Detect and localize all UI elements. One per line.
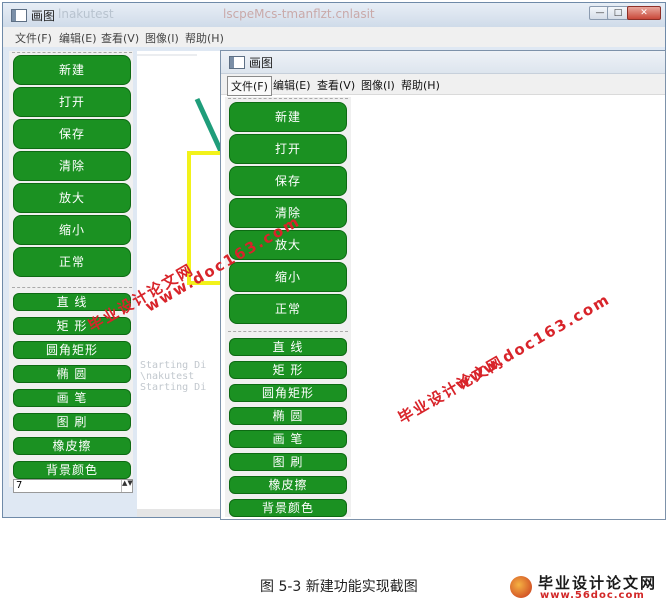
new-button[interactable]: 新建 bbox=[229, 102, 347, 132]
background-color-button[interactable]: 背景颜色 bbox=[13, 461, 131, 479]
site-logo: 毕业设计论文网 www.56doc.com bbox=[510, 572, 666, 601]
figure-caption: 图 5-3 新建功能实现截图 bbox=[260, 579, 418, 595]
pen-tool-button[interactable]: 画 笔 bbox=[229, 430, 347, 448]
normal-size-button[interactable]: 正常 bbox=[13, 247, 131, 277]
line-tool-button[interactable]: 直 线 bbox=[229, 338, 347, 356]
separator bbox=[228, 98, 348, 99]
zoom-in-button[interactable]: 放大 bbox=[13, 183, 131, 213]
menu-help[interactable]: 帮助(H) bbox=[185, 30, 224, 46]
eraser-tool-button[interactable]: 橡皮擦 bbox=[13, 437, 131, 455]
menu-image[interactable]: 图像(I) bbox=[361, 77, 395, 93]
separator bbox=[228, 331, 348, 332]
app-icon bbox=[11, 9, 27, 22]
back-tool-panel: 新建 打开 保存 清除 放大 缩小 正常 直 线 矩 形 圆角矩形 椭 圆 画 … bbox=[9, 51, 133, 487]
rounded-rect-tool-button[interactable]: 圆角矩形 bbox=[229, 384, 347, 402]
back-title-ghost-text-2: lscpeMcs-tmanflzt.cnlasit bbox=[223, 7, 375, 21]
menu-file[interactable]: 文件(F) bbox=[227, 76, 272, 96]
eraser-tool-button[interactable]: 橡皮擦 bbox=[229, 476, 347, 494]
separator bbox=[12, 52, 132, 53]
menu-view[interactable]: 查看(V) bbox=[317, 77, 355, 93]
normal-size-button[interactable]: 正常 bbox=[229, 294, 347, 324]
back-window-title: 画图 bbox=[31, 9, 56, 23]
rectangle-tool-button[interactable]: 矩 形 bbox=[229, 361, 347, 379]
pen-width-value: 7 bbox=[16, 480, 23, 491]
brush-tool-button[interactable]: 图 刷 bbox=[229, 453, 347, 471]
pen-tool-button[interactable]: 画 笔 bbox=[13, 389, 131, 407]
ellipse-tool-button[interactable]: 椭 圆 bbox=[13, 365, 131, 383]
back-title-ghost-text: lnakutest bbox=[58, 7, 114, 21]
front-drawing-canvas[interactable] bbox=[353, 95, 665, 519]
ellipse-tool-button[interactable]: 椭 圆 bbox=[229, 407, 347, 425]
front-menu-bar: 文件(F) 编辑(E) 查看(V) 图像(I) 帮助(H) bbox=[221, 74, 665, 96]
front-tool-panel: 新建 打开 保存 清除 放大 缩小 正常 直 线 矩 形 圆角矩形 椭 圆 画 … bbox=[225, 97, 351, 517]
menu-view[interactable]: 查看(V) bbox=[101, 30, 139, 46]
spin-arrows-icon[interactable]: ▲▼ bbox=[121, 480, 133, 492]
zoom-out-button[interactable]: 缩小 bbox=[13, 215, 131, 245]
rounded-rect-tool-button[interactable]: 圆角矩形 bbox=[13, 341, 131, 359]
brush-tool-button[interactable]: 图 刷 bbox=[13, 413, 131, 431]
menu-edit[interactable]: 编辑(E) bbox=[59, 30, 97, 46]
background-ghost-text: Starting Di \nakutest Starting Di bbox=[140, 360, 207, 393]
logo-url: www.56doc.com bbox=[540, 590, 645, 601]
separator bbox=[12, 287, 132, 288]
menu-file[interactable]: 文件(F) bbox=[15, 30, 52, 46]
open-button[interactable]: 打开 bbox=[229, 134, 347, 164]
menu-edit[interactable]: 编辑(E) bbox=[273, 77, 311, 93]
back-title-bar[interactable]: 画图 lnakutest lscpeMcs-tmanflzt.cnlasit —… bbox=[3, 3, 665, 27]
logo-mark-icon bbox=[510, 576, 532, 598]
menu-help[interactable]: 帮助(H) bbox=[401, 77, 440, 93]
zoom-out-button[interactable]: 缩小 bbox=[229, 262, 347, 292]
save-button[interactable]: 保存 bbox=[13, 119, 131, 149]
clear-button[interactable]: 清除 bbox=[13, 151, 131, 181]
front-window-title: 画图 bbox=[249, 56, 274, 70]
menu-image[interactable]: 图像(I) bbox=[145, 30, 179, 46]
background-color-button[interactable]: 背景颜色 bbox=[229, 499, 347, 517]
maximize-button[interactable]: □ bbox=[607, 6, 629, 20]
app-icon bbox=[229, 56, 245, 69]
pen-width-spinbox[interactable]: 7 ▲▼ bbox=[13, 479, 133, 493]
close-button[interactable]: ✕ bbox=[627, 6, 661, 20]
front-title-bar[interactable]: 画图 bbox=[221, 51, 665, 74]
front-paint-window: 画图 文件(F) 编辑(E) 查看(V) 图像(I) 帮助(H) 新建 打开 保… bbox=[220, 50, 666, 520]
open-button[interactable]: 打开 bbox=[13, 87, 131, 117]
back-menu-bar: 文件(F) 编辑(E) 查看(V) 图像(I) 帮助(H) bbox=[3, 27, 665, 47]
save-button[interactable]: 保存 bbox=[229, 166, 347, 196]
new-button[interactable]: 新建 bbox=[13, 55, 131, 85]
